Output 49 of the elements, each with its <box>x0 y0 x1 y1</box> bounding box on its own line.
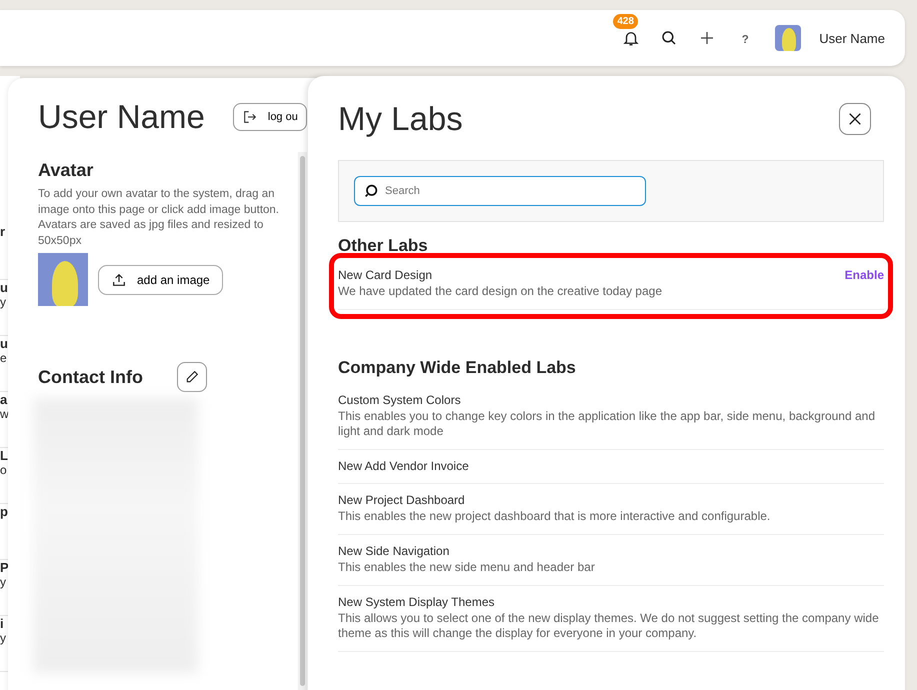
edit-button[interactable] <box>177 362 207 392</box>
fragment-title: r <box>0 224 6 239</box>
avatar-help-text: To add your own avatar to the system, drag an image onto this page or click add image button. Avatars are saved as jpg files and resized to 50x50px <box>38 187 280 248</box>
upload-icon <box>111 272 127 288</box>
fragment-title: u <box>0 280 9 295</box>
fragment-text: e <box>0 351 8 365</box>
fragment-text: y <box>0 575 7 589</box>
lab-name: New Card Design <box>338 268 434 282</box>
logout-button[interactable]: log ou <box>232 103 307 131</box>
dialog-title: My Labs <box>338 100 463 138</box>
section-heading: Company Wide Enabled Labs <box>338 358 577 378</box>
close-button[interactable] <box>839 103 871 135</box>
user-name[interactable]: User Name <box>819 30 885 46</box>
lab-description: This enables you to change key colors in the application like the app bar, side menu, background and light and dark mode <box>338 409 876 439</box>
fragment-title: p <box>0 504 9 519</box>
fragment-text: w <box>0 407 10 421</box>
lab-description: This enables the new project dashboard that is more interactive and configurable. <box>338 509 770 524</box>
lab-description: This enables the new side menu and header bar <box>338 560 595 575</box>
fragment-text: y <box>0 295 7 309</box>
bell-icon <box>622 29 640 47</box>
logout-icon <box>242 109 258 125</box>
contact-heading: Contact Info <box>38 366 143 388</box>
avatar-image[interactable] <box>775 25 802 51</box>
help-button[interactable]: ? <box>733 29 758 53</box>
lab-name: New Project Dashboard <box>338 493 466 507</box>
pencil-icon <box>184 369 200 385</box>
search-icon <box>363 183 379 199</box>
fragment-title: P <box>0 560 10 575</box>
profile-title: User Name <box>38 98 205 136</box>
lab-description: This allows you to select one of the new display themes. We do not suggest setting the company wide theme as this will change the display for everyone in your company. <box>338 611 880 641</box>
search-icon <box>660 29 678 47</box>
lab-name: New Add Vendor Invoice <box>338 459 469 473</box>
avatar-heading: Avatar <box>38 160 94 181</box>
notification-count-badge: 428 <box>613 14 638 29</box>
add-image-button[interactable]: add an image <box>98 264 223 294</box>
fragment-text: y <box>0 631 7 645</box>
fragment-title: i <box>0 616 5 631</box>
lab-name: New System Display Themes <box>338 595 496 609</box>
section-heading: Other Labs <box>338 236 429 256</box>
fragment-title: u <box>0 336 9 351</box>
lab-name: Custom System Colors <box>338 393 462 407</box>
fragment-title: L <box>0 448 9 463</box>
search-field[interactable]: Search <box>354 176 646 206</box>
fragment-text: o <box>0 463 8 477</box>
lab-description: We have updated the card design on the creative today page <box>338 284 662 299</box>
lab-name: New Side Navigation <box>338 544 450 558</box>
avatar-image <box>38 253 88 306</box>
enable-link[interactable]: Enable <box>844 268 884 282</box>
fragment-title: a <box>0 392 8 407</box>
